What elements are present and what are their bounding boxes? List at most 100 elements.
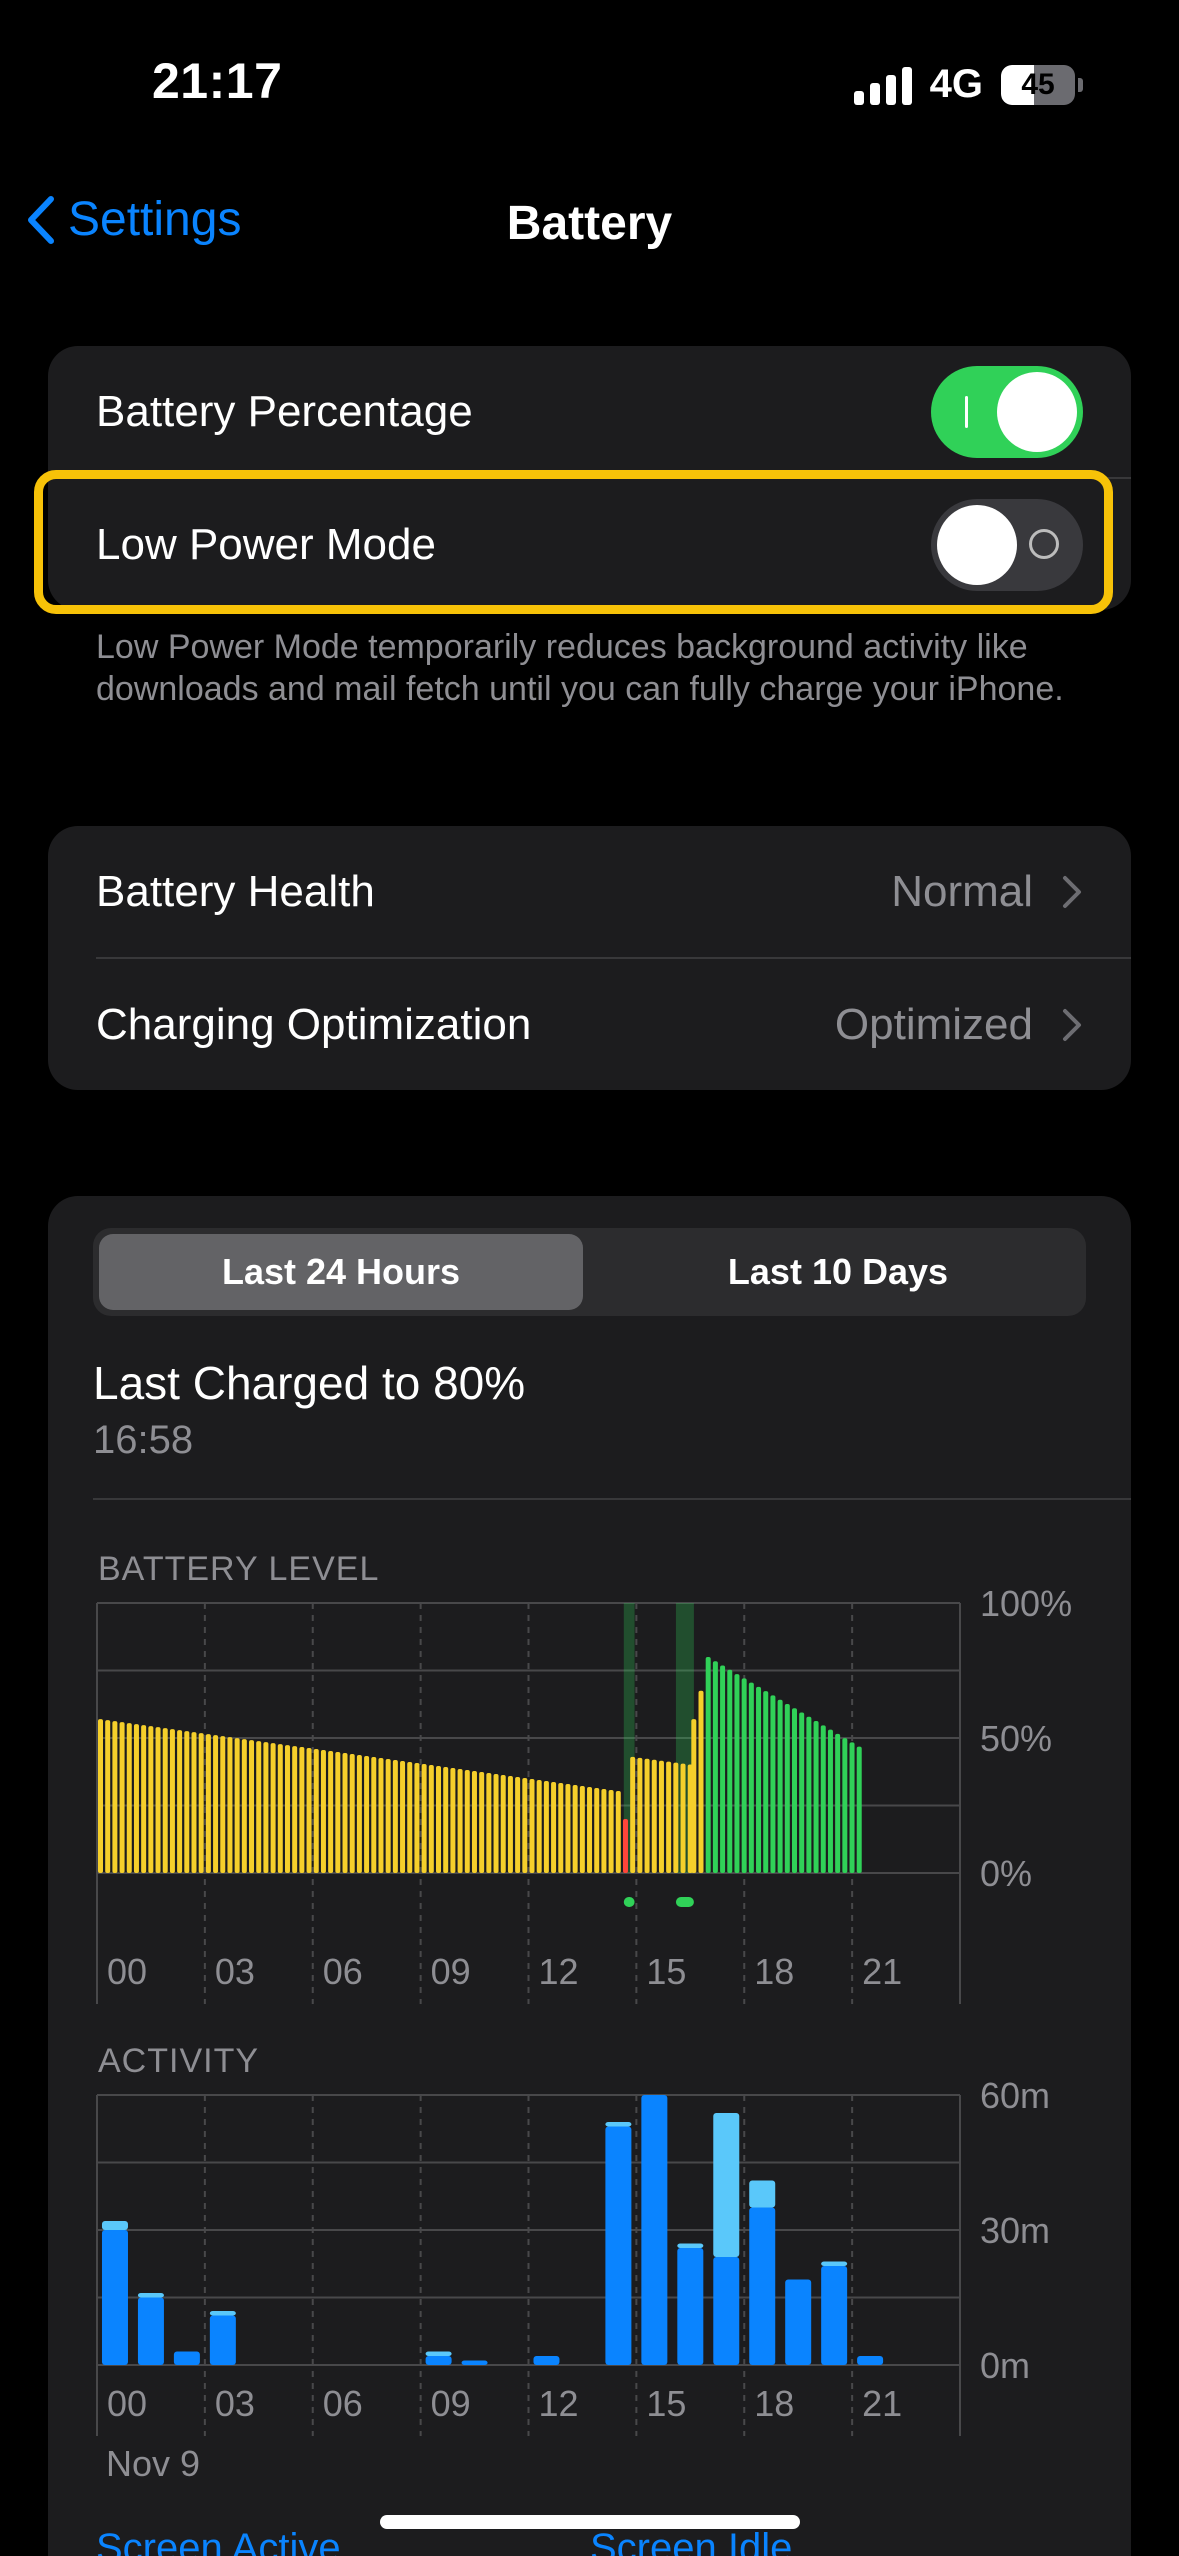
battery-level-bar xyxy=(421,1764,427,1873)
battery-level-bar xyxy=(191,1732,197,1873)
screen-idle-bar xyxy=(749,2180,776,2208)
battery-level-bar xyxy=(543,1781,549,1873)
battery-level-bar xyxy=(727,1669,733,1873)
battery-level-bar xyxy=(551,1782,557,1873)
battery-level-bar xyxy=(249,1740,255,1873)
battery-level-bar xyxy=(213,1735,219,1873)
battery-level-bar xyxy=(806,1716,812,1873)
screen-idle-bar xyxy=(425,2351,452,2356)
screen-active-bar xyxy=(749,2207,776,2365)
battery-level-bar xyxy=(705,1657,711,1873)
x-tick-label: 09 xyxy=(431,2383,471,2424)
x-tick-label: 09 xyxy=(431,1951,471,1992)
battery-level-bar xyxy=(720,1665,726,1873)
x-tick-label: 15 xyxy=(646,1951,686,1992)
legend-screen-active: Screen Active xyxy=(96,2526,341,2556)
x-tick-label: 06 xyxy=(323,1951,363,1992)
battery-level-bar xyxy=(565,1784,571,1873)
battery-level-bar xyxy=(198,1733,204,1873)
battery-level-bar xyxy=(428,1765,434,1873)
screen-active-bar xyxy=(101,2230,128,2365)
battery-level-bar xyxy=(256,1741,262,1873)
battery-level-bar xyxy=(849,1742,855,1873)
battery-level-bar xyxy=(748,1682,754,1873)
battery-level-bar xyxy=(335,1752,341,1873)
screen-idle-bar xyxy=(101,2221,128,2230)
battery-level-bar xyxy=(784,1703,790,1873)
battery-level-bar xyxy=(507,1776,513,1873)
battery-level-bar xyxy=(493,1774,499,1873)
battery-level-bar xyxy=(777,1699,783,1873)
battery-level-chart: 100% 50% 0% 00 03 06 09 12 15 18 21 xyxy=(96,1583,1072,2004)
screen-idle-bar xyxy=(605,2122,632,2127)
battery-level-bar xyxy=(241,1739,247,1873)
battery-level-bar xyxy=(385,1759,391,1873)
battery-level-bar xyxy=(126,1723,132,1873)
battery-level-bar xyxy=(515,1777,521,1873)
battery-level-bar xyxy=(622,1819,628,1873)
battery-level-bar xyxy=(734,1674,740,1873)
battery-level-bar xyxy=(500,1775,506,1873)
battery-level-bar xyxy=(673,1762,679,1873)
x-tick-label: 03 xyxy=(215,1951,255,1992)
screen-active-bar xyxy=(605,2126,632,2365)
screen-active-bar xyxy=(173,2351,200,2365)
screen-idle-bar xyxy=(209,2311,236,2316)
battery-level-bar xyxy=(313,1749,319,1873)
battery-level-bar xyxy=(162,1728,168,1873)
battery-level-bar xyxy=(698,1690,704,1873)
battery-level-bar xyxy=(594,1788,600,1873)
battery-level-bar xyxy=(856,1746,862,1873)
screen-idle-bar xyxy=(713,2113,740,2257)
battery-level-bar xyxy=(820,1725,826,1873)
battery-level-bar xyxy=(658,1760,664,1873)
battery-level-bar xyxy=(378,1758,384,1873)
screen-active-bar xyxy=(641,2095,668,2365)
battery-level-bar xyxy=(457,1769,463,1873)
battery-level-bar xyxy=(712,1661,718,1873)
battery-level-bar xyxy=(813,1721,819,1873)
battery-level-bar xyxy=(536,1780,542,1873)
battery-level-bar xyxy=(579,1786,585,1873)
battery-level-bar xyxy=(205,1734,211,1873)
battery-level-bar xyxy=(651,1759,657,1873)
screen-active-bar xyxy=(821,2266,848,2365)
x-tick-label: 12 xyxy=(539,2383,579,2424)
battery-level-bar xyxy=(471,1771,477,1873)
charging-period-marker xyxy=(623,1897,635,1907)
battery-level-bar xyxy=(414,1763,420,1873)
battery-level-bar xyxy=(529,1779,535,1873)
home-indicator xyxy=(380,2515,800,2529)
battery-level-bar xyxy=(227,1737,233,1873)
y-tick-label: 60m xyxy=(980,2075,1050,2116)
battery-level-bar xyxy=(450,1768,456,1873)
battery-level-bar xyxy=(119,1722,125,1873)
screen-active-bar xyxy=(857,2356,884,2365)
battery-level-bar xyxy=(770,1695,776,1873)
battery-level-bar xyxy=(666,1761,672,1873)
battery-level-bar xyxy=(791,1708,797,1873)
battery-level-bar xyxy=(364,1756,370,1873)
battery-level-bar xyxy=(371,1757,377,1873)
battery-level-bar xyxy=(98,1719,103,1873)
x-tick-label: 00 xyxy=(107,1951,147,1992)
battery-level-bar xyxy=(320,1750,326,1873)
charts-canvas: 100% 50% 0% 00 03 06 09 12 15 18 21 60m 30m 0m 00 03 06… xyxy=(96,1583,1072,2484)
charging-period-marker xyxy=(675,1897,694,1907)
battery-level-bar xyxy=(486,1773,492,1873)
battery-level-bar xyxy=(177,1730,183,1873)
battery-level-bar xyxy=(270,1743,276,1873)
battery-level-bar xyxy=(756,1686,762,1873)
battery-level-bar xyxy=(644,1758,650,1873)
battery-level-bar xyxy=(141,1725,147,1873)
x-tick-label: 00 xyxy=(107,2383,147,2424)
battery-level-bar xyxy=(112,1721,118,1873)
screen-active-bar xyxy=(425,2356,452,2365)
legend-screen-idle: Screen Idle xyxy=(590,2526,793,2556)
battery-level-bar xyxy=(691,1719,697,1873)
battery-level-bar xyxy=(827,1729,833,1873)
battery-level-bar xyxy=(328,1751,334,1873)
screen-active-bar xyxy=(785,2279,812,2365)
battery-level-bar xyxy=(479,1772,485,1873)
battery-level-bar xyxy=(342,1753,348,1873)
